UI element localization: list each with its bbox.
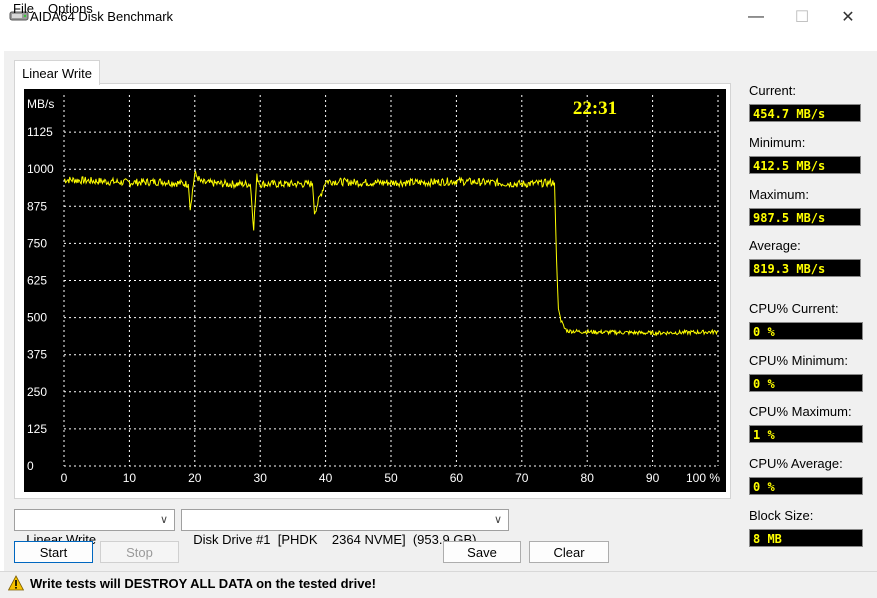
current-label: Current: — [749, 83, 796, 98]
x-tick-label: 60 — [450, 471, 464, 485]
x-tick-label: 50 — [384, 471, 398, 485]
x-tick-label: 10 — [123, 471, 137, 485]
cpu-maximum-value: 1 % — [749, 425, 863, 443]
block-size-value: 8 MB — [749, 529, 863, 547]
x-tick-label: 100 % — [686, 471, 720, 485]
test-type-select[interactable]: Linear Write ∨ — [14, 509, 175, 547]
drive-select[interactable]: Disk Drive #1 [PHDK 2364 NVME] (953.9 GB… — [181, 509, 509, 547]
close-button[interactable]: ✕ — [825, 0, 871, 33]
save-button[interactable]: Save — [443, 541, 521, 563]
cpu-current-value: 0 % — [749, 322, 863, 340]
cpu-average-label: CPU% Average: — [749, 456, 843, 471]
warning-icon — [8, 575, 24, 591]
block-size-label: Block Size: — [749, 508, 814, 523]
cpu-current-label: CPU% Current: — [749, 301, 839, 316]
cpu-maximum-label: CPU% Maximum: — [749, 404, 852, 419]
minimum-value: 412.5 MB/s — [749, 156, 861, 174]
y-tick-label: 750 — [27, 236, 47, 250]
x-tick-label: 30 — [254, 471, 268, 485]
x-tick-label: 20 — [188, 471, 202, 485]
y-tick-label: 1000 — [27, 162, 54, 176]
minimum-label: Minimum: — [749, 135, 806, 150]
chevron-down-icon: ∨ — [159, 514, 168, 526]
drive-value: Disk Drive #1 [PHDK 2364 NVME] (953.9 GB… — [193, 532, 477, 547]
y-tick-label: 375 — [27, 348, 47, 362]
maximum-label: Maximum: — [749, 187, 809, 202]
cpu-minimum-value: 0 % — [749, 374, 863, 392]
y-tick-label: 250 — [27, 385, 47, 399]
warning-message: Write tests will DESTROY ALL DATA on the… — [30, 576, 376, 591]
benchmark-graph: 1125 1000 875 750 625 500 375 250 125 0 0 10 20 30 40 5… — [24, 89, 726, 492]
x-tick-label: 40 — [319, 471, 333, 485]
menu-options[interactable]: Options — [48, 1, 93, 16]
menu-file[interactable]: File — [13, 1, 34, 16]
maximize-button[interactable]: ☐ — [779, 0, 825, 33]
x-tick-label: 80 — [581, 471, 595, 485]
y-tick-label: 625 — [27, 274, 47, 288]
x-tick-label: 0 — [61, 471, 68, 485]
x-tick-label: 70 — [515, 471, 529, 485]
menu-bar — [0, 33, 877, 51]
y-tick-label: 1125 — [27, 125, 53, 139]
y-tick-label: 875 — [27, 199, 47, 213]
start-button[interactable]: Start — [14, 541, 93, 563]
average-label: Average: — [749, 238, 801, 253]
minimize-button[interactable]: — — [733, 0, 779, 33]
average-value: 819.3 MB/s — [749, 259, 861, 277]
cpu-average-value: 0 % — [749, 477, 863, 495]
maximum-value: 987.5 MB/s — [749, 208, 861, 226]
y-tick-label: 500 — [27, 311, 47, 325]
chevron-down-icon: ∨ — [493, 514, 502, 526]
clear-button[interactable]: Clear — [529, 541, 609, 563]
stop-button[interactable]: Stop — [100, 541, 179, 563]
y-unit-label: MB/s — [27, 97, 54, 111]
current-value: 454.7 MB/s — [749, 104, 861, 122]
graph-clock: 22:31 — [573, 98, 617, 119]
y-tick-label: 125 — [27, 422, 47, 436]
x-tick-label: 90 — [646, 471, 660, 485]
y-tick-label: 0 — [27, 459, 34, 473]
tab-linear-write[interactable]: Linear Write — [14, 60, 100, 85]
left-edge — [0, 51, 4, 571]
cpu-minimum-label: CPU% Minimum: — [749, 353, 848, 368]
